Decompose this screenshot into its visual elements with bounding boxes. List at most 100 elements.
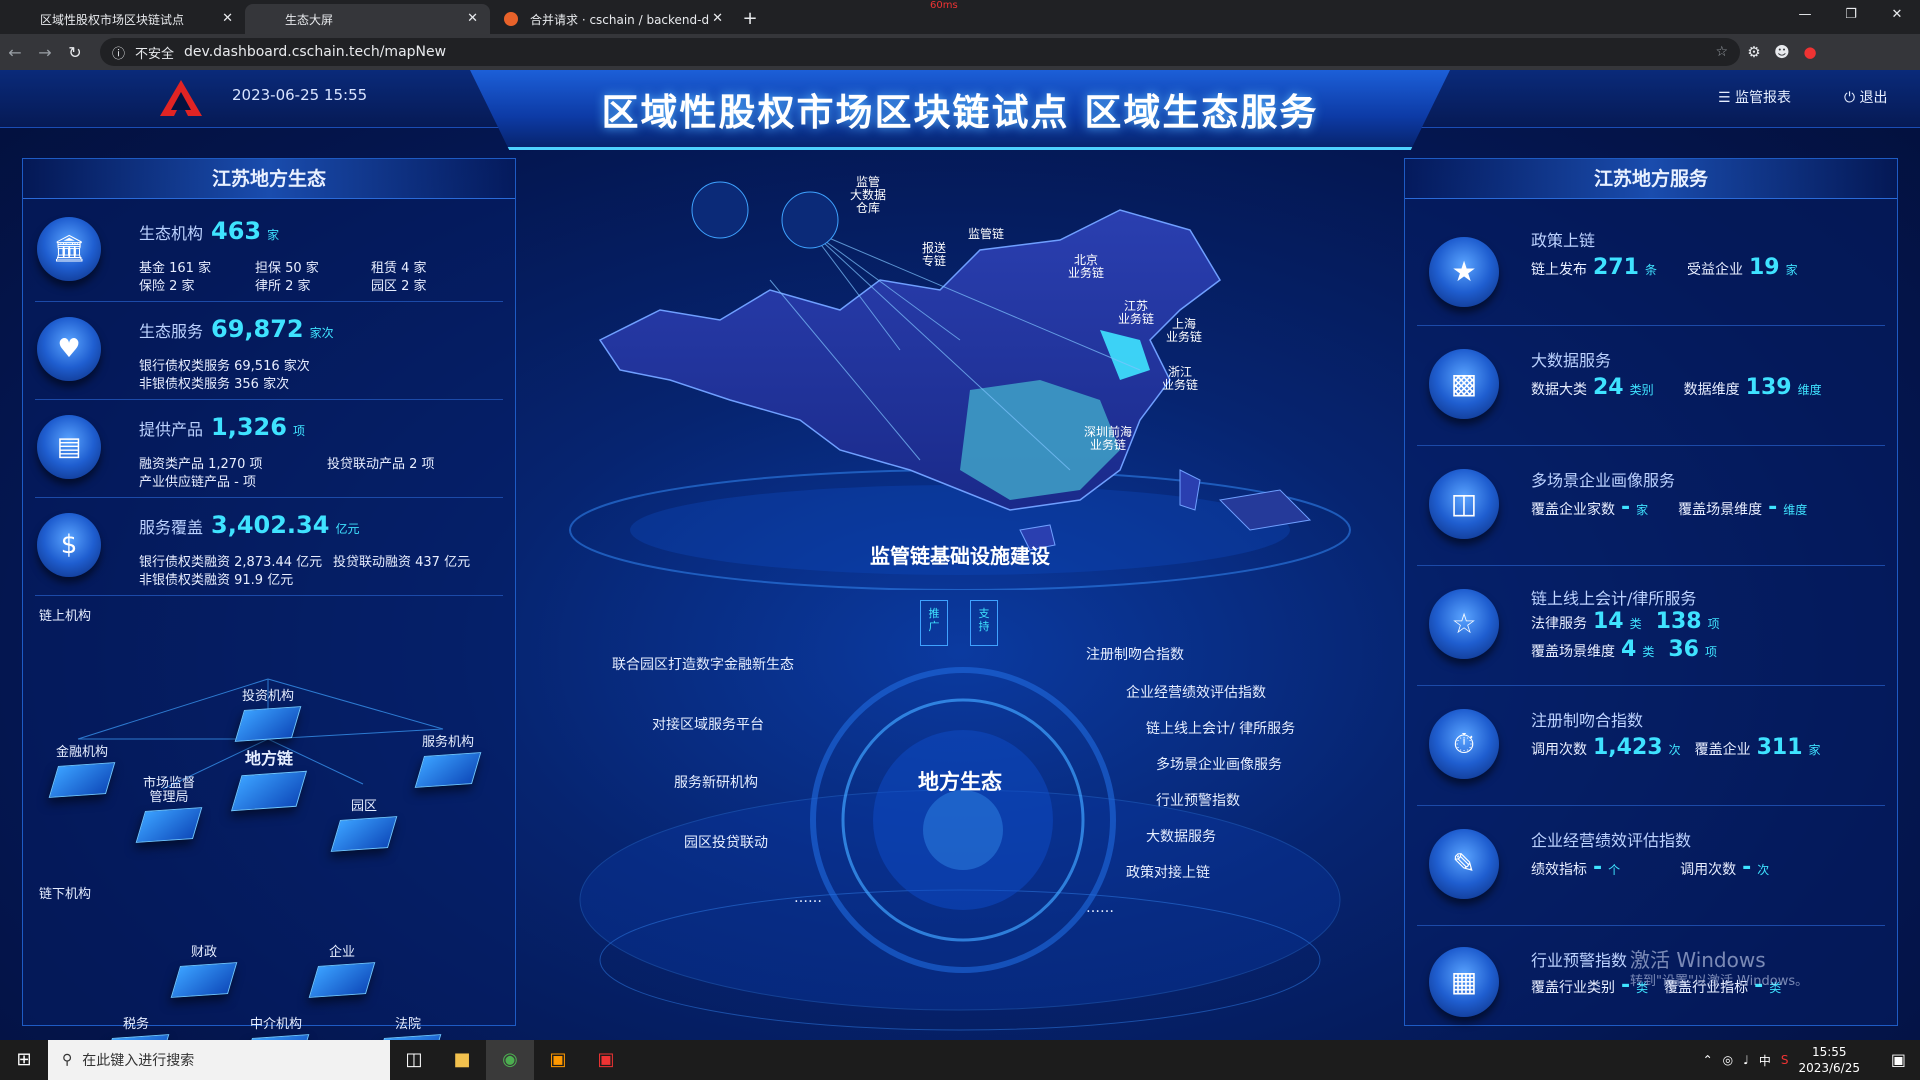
service-metrics-2: 覆盖场景维度 4 类 36 项: [1531, 637, 1717, 662]
search-placeholder: 在此键入进行搜索: [82, 1053, 195, 1069]
china-map: [569, 181, 1351, 590]
chrome-icon[interactable]: ◉: [486, 1040, 534, 1080]
power-icon: ⏻: [1844, 90, 1856, 106]
bank-icon: 🏛: [37, 217, 101, 281]
restore-icon[interactable]: ❐: [1828, 0, 1874, 30]
eco-left-label: 联合园区打造数字金融新生态: [612, 657, 794, 673]
map-label-zhejiang: 浙江 业务链: [1162, 365, 1199, 392]
taskbar: ⊞ ⚲ 在此键入进行搜索 ◫ ■ ◉ ▣ ▣ ⌃ ◎ ♩ 中 S 15:55 2…: [0, 1040, 1920, 1080]
close-window-icon[interactable]: ✕: [1874, 0, 1920, 30]
gitlab-icon: [504, 12, 518, 26]
divider: [35, 595, 503, 596]
service-name: 链上线上会计/律所服务: [1531, 589, 1697, 608]
volume-icon[interactable]: ♩: [1743, 1053, 1749, 1067]
infra-title: 监管链基础设施建设: [870, 544, 1050, 568]
stat-coverage: $ 服务覆盖 3,402.34 亿元 银行债权类融资 2,873.44 亿元 投贷联…: [23, 499, 515, 591]
service-portrait: ◫ 多场景企业画像服务 覆盖企业家数 - 家覆盖场景维度 - 维度: [1405, 447, 1897, 563]
service-metrics: 调用次数 1,423 次覆盖企业 311 家: [1531, 735, 1821, 760]
building-icon: ◫: [1429, 469, 1499, 539]
divider: [1417, 805, 1885, 806]
map-label-report-chain: 报送 专链: [922, 241, 947, 268]
node-enterprise: 企业: [297, 941, 387, 998]
stat-line: 非银债权类融资 91.9 亿元: [139, 573, 294, 588]
window-controls: — ❐ ✕: [1782, 0, 1920, 30]
map-label-shenzhen: 深圳前海 业务链: [1084, 425, 1133, 452]
service-accounting-law: ☆ 链上线上会计/律所服务 法律服务 14 类 138 项 覆盖场景维度 4 类 36 项: [1405, 567, 1897, 683]
new-tab-button[interactable]: +: [735, 4, 765, 34]
back-icon[interactable]: ←: [0, 43, 30, 62]
camera-icon: ▤: [37, 415, 101, 479]
update-icon[interactable]: ●: [1796, 43, 1824, 61]
chevron-up-icon[interactable]: ⌃: [1703, 1053, 1713, 1067]
tab-eco-screen[interactable]: 生态大屏 ✕: [245, 4, 490, 34]
close-icon[interactable]: ✕: [222, 11, 233, 26]
windows-start-icon[interactable]: ⊞: [0, 1040, 48, 1080]
network-badge: 60ms: [930, 0, 958, 11]
service-metrics: 绩效指标 - 个调用次数 - 次: [1531, 855, 1770, 880]
screenshot-app-icon[interactable]: ▣: [582, 1040, 630, 1080]
report-link[interactable]: ☰ 监管报表: [1718, 87, 1791, 107]
left-panel-title: 江苏地方生态: [23, 159, 515, 199]
stat-line: 非银债权类服务 356 家次: [139, 377, 290, 392]
profile-icon[interactable]: ☻: [1768, 43, 1796, 61]
file-explorer-icon[interactable]: ■: [438, 1040, 486, 1080]
service-metrics: 数据大类 24 类别 数据维度 139 维度: [1531, 375, 1822, 400]
divider: [1417, 685, 1885, 686]
minimize-icon[interactable]: —: [1782, 0, 1828, 30]
service-bigdata: ▩ 大数据服务 数据大类 24 类别 数据维度 139 维度: [1405, 327, 1897, 443]
extensions-icon[interactable]: ⚙: [1740, 43, 1768, 61]
dollar-icon: $: [37, 513, 101, 577]
sublime-icon[interactable]: ▣: [534, 1040, 582, 1080]
address-bar: ← → ↻ ⓘ 不安全 dev.dashboard.cschain.tech/m…: [0, 34, 1920, 70]
service-metrics: 链上发布 271 条受益企业 19 家: [1531, 255, 1798, 280]
service-name: 政策上链: [1531, 231, 1596, 250]
ime-indicator[interactable]: 中: [1759, 1052, 1771, 1069]
service-metrics: 法律服务 14 类 138 项: [1531, 609, 1720, 634]
stat-name: 生态机构 463 家: [139, 217, 280, 245]
node-market-regulator: 市场监督 管理局: [119, 777, 219, 843]
stat-line: 银行债权类服务 69,516 家次: [139, 359, 310, 374]
notification-icon[interactable]: ▣: [1891, 1050, 1906, 1069]
eco-left-label: ……: [794, 890, 822, 906]
divider: [1417, 445, 1885, 446]
stat-eco-services: ♥ 生态服务 69,872 家次 银行债权类服务 69,516 家次 非银债权类服务…: [23, 303, 515, 395]
close-icon[interactable]: ✕: [467, 11, 478, 26]
search-icon: ⚲: [62, 1052, 73, 1068]
map-label-shanghai: 上海 业务链: [1166, 317, 1203, 344]
node-invest: 投资机构: [223, 685, 313, 742]
service-name: 企业经营绩效评估指数: [1531, 831, 1692, 850]
map-label-regulatory-chain: 监管链: [968, 227, 1005, 241]
stat-line: 律所 2 家: [255, 279, 311, 294]
tab-merge-request[interactable]: 合并请求 · cschain / backend-d ✕: [490, 4, 735, 34]
info-icon[interactable]: ⓘ: [112, 43, 125, 62]
network-icon[interactable]: ◎: [1723, 1053, 1733, 1067]
bookmark-star-icon[interactable]: ☆: [1715, 44, 1728, 60]
app-tray-icon[interactable]: S: [1781, 1053, 1789, 1067]
divider: [1417, 925, 1885, 926]
service-registration-index: ⏱ 注册制吻合指数 调用次数 1,423 次覆盖企业 311 家: [1405, 687, 1897, 803]
taskbar-search-input[interactable]: ⚲ 在此键入进行搜索: [48, 1040, 390, 1080]
handshake-icon: ☆: [1429, 589, 1499, 659]
task-view-icon[interactable]: ◫: [390, 1040, 438, 1080]
close-icon[interactable]: ✕: [712, 11, 723, 26]
stat-line: 融资类产品 1,270 项: [139, 457, 263, 472]
stat-name: 服务覆盖 3,402.34 亿元: [139, 511, 360, 539]
stat-line: 保险 2 家: [139, 279, 195, 294]
tab-pilot[interactable]: 区域性股权市场区块链试点 ✕: [0, 4, 245, 34]
logout-link[interactable]: ⏻ 退出: [1844, 87, 1888, 107]
left-panel: 江苏地方生态 🏛 生态机构 463 家 基金 161 家 担保 50 家 租赁 4 …: [22, 158, 516, 1040]
right-panel-title: 江苏地方服务: [1405, 159, 1897, 199]
forward-icon[interactable]: →: [30, 43, 60, 62]
reload-icon[interactable]: ↻: [60, 43, 90, 62]
taskbar-clock[interactable]: 15:55 2023/6/25: [1798, 1044, 1860, 1076]
url-input[interactable]: ⓘ 不安全 dev.dashboard.cschain.tech/mapNew …: [100, 38, 1740, 66]
map-label-jiangsu: 江苏 业务链: [1118, 299, 1155, 326]
eco-title: 地方生态: [918, 770, 1002, 794]
clock-time: 15:55: [1811, 1045, 1847, 1059]
eco-right-label: 链上线上会计/ 律所服务: [1146, 721, 1296, 737]
eco-right-label: 政策对接上链: [1126, 865, 1210, 881]
stat-line: 担保 50 家: [255, 261, 319, 276]
service-name: 大数据服务: [1531, 351, 1612, 370]
chain-lower-label: 链下机构: [39, 887, 92, 902]
tab-label: 合并请求 · cschain / backend-d: [530, 12, 710, 27]
